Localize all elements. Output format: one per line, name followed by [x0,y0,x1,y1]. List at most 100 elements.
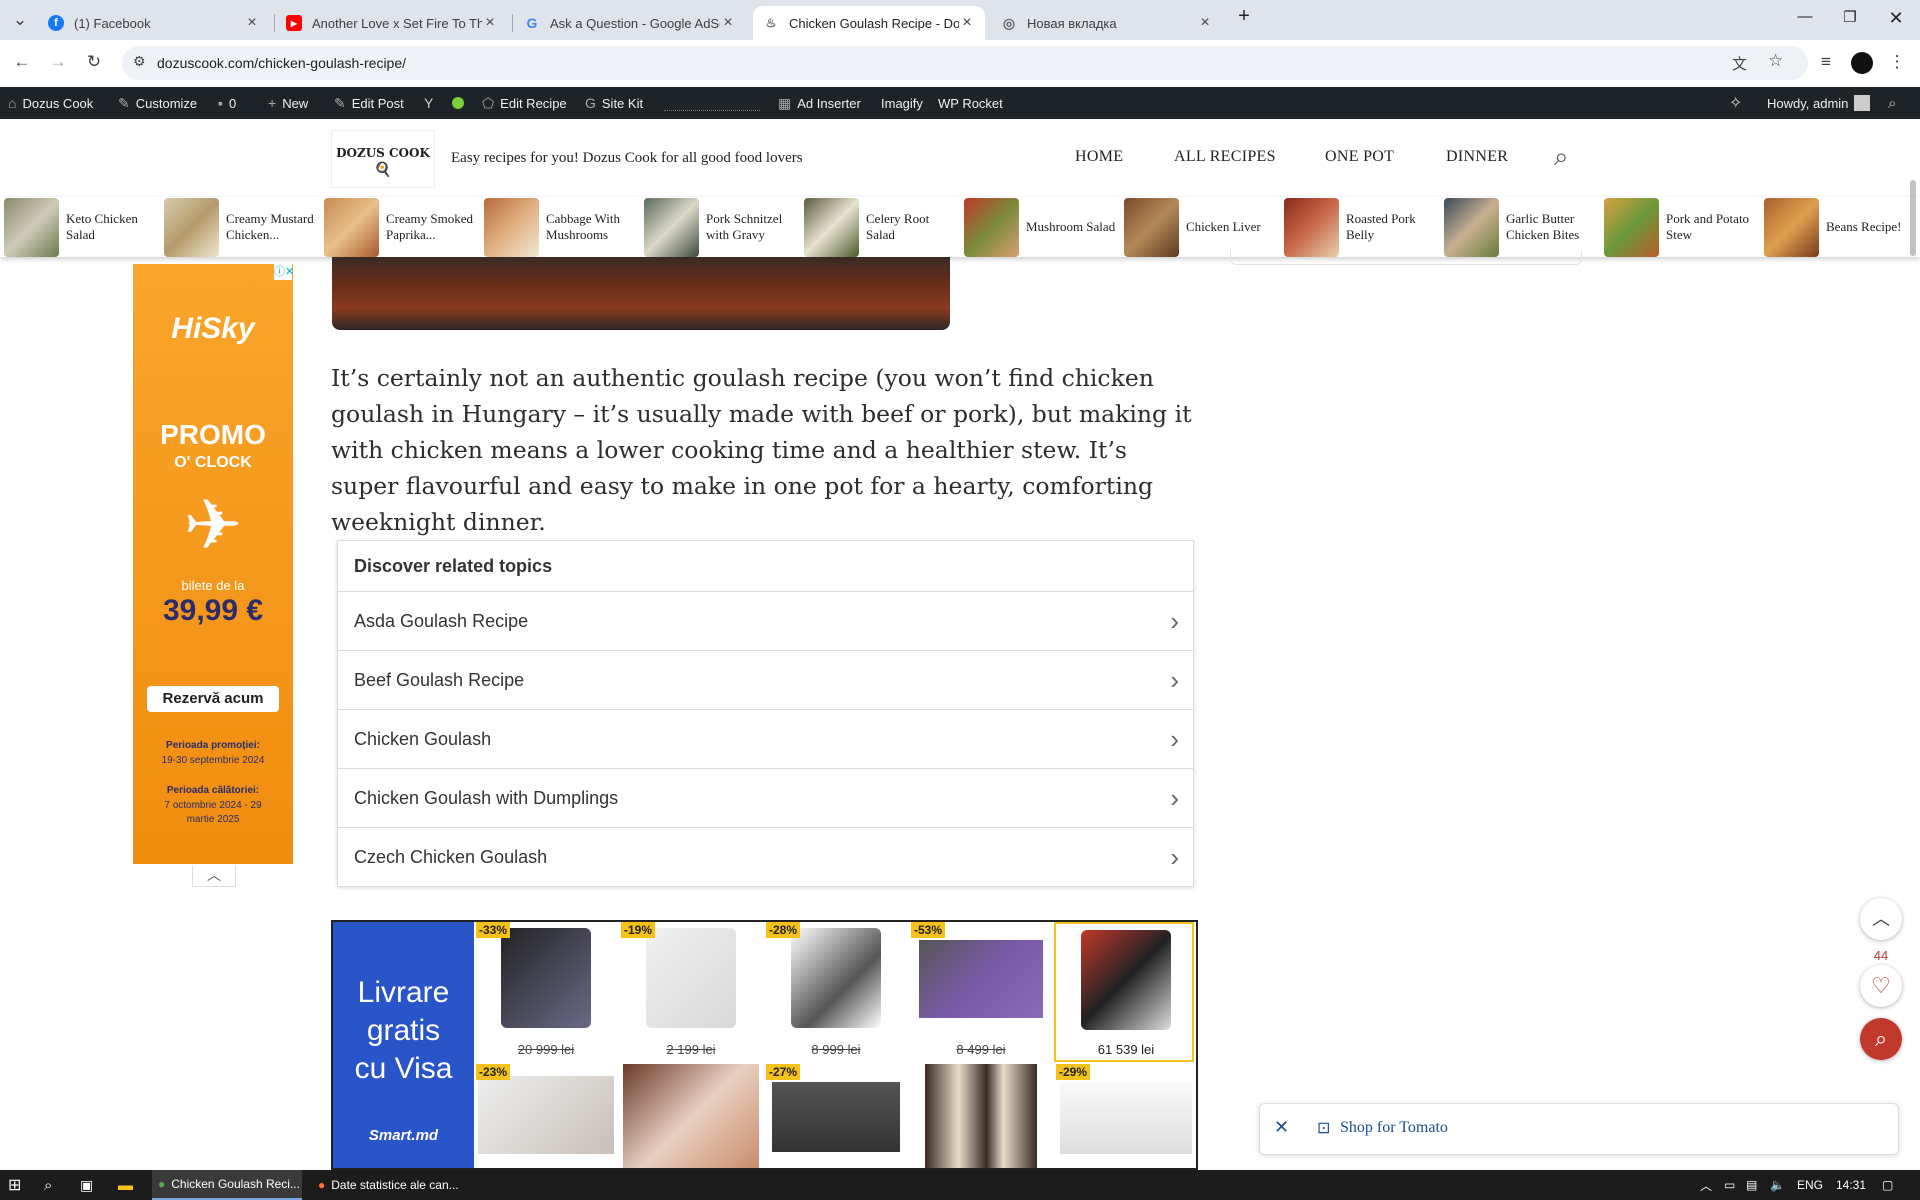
recipe-thumbnail [324,198,379,257]
recipe-thumbnail [1444,198,1499,257]
ad-product[interactable]: -29% [1056,1064,1196,1168]
taskbar-app-firefox[interactable]: ● Date statistice ale can... [312,1170,462,1200]
admin-site-link[interactable]: ⌂ Dozus Cook [8,87,93,119]
close-icon[interactable]: × [482,14,498,32]
close-icon[interactable]: × [959,14,975,32]
restore-icon[interactable]: ❐ [1830,8,1870,32]
minimize-icon[interactable]: — [1785,8,1825,32]
shop-label[interactable]: Shop for Tomato [1340,1119,1448,1137]
shop-bar[interactable]: ✕ ⊡ Shop for Tomato [1259,1103,1899,1155]
browser-tab-strip: ⌄ f (1) Facebook × ▶ Another Love x Set … [0,0,1920,40]
admin-wp-rocket[interactable]: WP Rocket [938,87,1003,119]
browser-menu-icon[interactable]: ⋮ [1885,50,1909,74]
menu-all-recipes[interactable]: ALL RECIPES [1174,148,1276,166]
admin-howdy[interactable]: Howdy, admin [1767,87,1871,119]
admin-edit-post[interactable]: ✎ Edit Post [334,87,404,119]
windows-start-icon[interactable]: ⊞ [8,1170,21,1200]
recipe-carousel: Keto Chicken Salad Creamy Mustard Chicke… [0,197,1920,257]
google-g-icon: G [585,95,596,111]
tray-chevron-up-icon[interactable]: ︿ [1700,1170,1712,1200]
ad-product[interactable] [911,1064,1051,1168]
tab-new-tab[interactable]: ◎ Новая вкладка × [991,6,1223,40]
admin-search-icon[interactable]: ⌕ [1888,87,1896,119]
admin-ad-inserter[interactable]: ▦ Ad Inserter [778,87,861,119]
ad-product[interactable]: -33% 20 999 lei [476,922,616,1062]
page-scrollbar[interactable] [1910,180,1916,256]
site-logo[interactable]: DOZUS COOK 🍳 [331,130,435,188]
volume-icon[interactable]: 🔈 [1770,1170,1785,1200]
menu-dinner[interactable]: DINNER [1446,148,1508,166]
tray-language[interactable]: ENG [1797,1170,1823,1200]
youtube-icon: ▶ [286,15,302,31]
related-topic-item[interactable]: Asda Goulash Recipe › [338,591,1193,650]
google-icon: G [526,15,538,31]
bookmark-star-icon[interactable]: ☆ [1768,51,1783,71]
ad-collapse-chevron-icon[interactable]: ︿ [192,866,236,887]
admin-site-kit[interactable]: G Site Kit [585,87,643,119]
ad-product[interactable] [621,1064,761,1168]
site-search-icon[interactable]: ⌕ [1554,142,1569,173]
ad-product[interactable]: -53% 8 499 lei [911,922,1051,1062]
tab-youtube[interactable]: ▶ Another Love x Set Fire To The R × [276,6,508,40]
related-topic-item[interactable]: Chicken Goulash with Dumplings › [338,768,1193,827]
tray-clock[interactable]: 14:31 [1836,1170,1866,1200]
notifications-icon[interactable]: ▢ [1882,1170,1893,1200]
file-explorer-icon[interactable]: ▬ [118,1170,133,1200]
admin-comments[interactable]: ▪ 0 [218,87,236,119]
tab-search-chevron-icon[interactable]: ⌄ [8,8,32,32]
menu-one-pot[interactable]: ONE POT [1325,148,1394,166]
close-icon[interactable]: ✕ [1274,1117,1289,1138]
smart-md-ad[interactable]: Livrare gratis cu Visa Smart.md -33% 20 … [331,920,1198,1170]
profile-avatar[interactable] [1851,52,1873,74]
url-text[interactable]: dozuscook.com/chicken-goulash-recipe/ [157,55,406,71]
search-icon[interactable]: ⌕ [44,1170,52,1200]
site-icon: ♨ [765,16,777,30]
comment-icon: ▪ [218,95,223,111]
goulash-photo [332,257,950,330]
new-tab-icon[interactable]: + [1224,5,1264,29]
seo-status-dot [452,87,464,119]
site-info-icon[interactable]: ⚙ [133,53,146,70]
ad-product[interactable]: -27% [766,1064,906,1168]
network-icon[interactable]: ▤ [1746,1170,1757,1200]
admin-blank-item[interactable] [664,87,760,119]
taskbar-app-chrome[interactable]: ● Chicken Goulash Reci... [152,1170,302,1200]
tab-google-adsense[interactable]: G Ask a Question - Google AdSen × [514,6,746,40]
task-view-icon[interactable]: ▣ [80,1170,93,1200]
media-control-icon[interactable]: ≡ [1814,50,1838,74]
yoast-icon[interactable]: Y [424,87,439,119]
ad-cta-button[interactable]: Rezervă acum [147,686,279,712]
floating-search-icon[interactable]: ⌕ [1860,1018,1902,1060]
tab-chicken-goulash[interactable]: ♨ Chicken Goulash Recipe - Dozu × [753,6,985,40]
close-icon[interactable]: × [244,14,260,32]
admin-customize[interactable]: ✎ Customize [118,87,197,119]
recipe-thumbnail [484,198,539,257]
scroll-top-chevron-icon[interactable]: ︿ [1860,898,1902,940]
ad-choices-close-icon[interactable]: ⓘ✕ [274,264,294,280]
reload-icon[interactable]: ↻ [82,50,106,74]
tray-meet-icon[interactable]: ▭ [1724,1170,1735,1200]
related-topic-item[interactable]: Beef Goulash Recipe › [338,650,1193,709]
tab-facebook[interactable]: f (1) Facebook × [38,6,270,40]
hisky-ad-banner[interactable]: HiSky PROMO O' CLOCK ✈ bilete de la 39,9… [133,264,293,864]
ad-product[interactable]: -19% 2 199 lei [621,922,761,1062]
menu-home[interactable]: HOME [1075,148,1123,166]
forward-icon[interactable]: → [46,50,70,74]
admin-imagify[interactable]: Imagify [881,87,923,119]
ad-product[interactable]: 61 539 lei [1054,922,1194,1062]
ad-product[interactable]: -23% [476,1064,616,1168]
related-topic-item[interactable]: Czech Chicken Goulash › [338,827,1193,886]
ai-sparkle-icon[interactable]: ✧ [1729,87,1748,119]
heart-icon[interactable]: ♡ [1860,965,1902,1007]
window-close-icon[interactable]: ✕ [1876,8,1916,32]
close-icon[interactable]: × [1197,14,1213,32]
ad-product[interactable]: -28% 8 999 lei [766,922,906,1062]
address-bar[interactable]: ⚙ dozuscook.com/chicken-goulash-recipe/ … [122,46,1808,80]
back-icon[interactable]: ← [10,50,34,74]
close-icon[interactable]: × [720,14,736,32]
related-topic-item[interactable]: Chicken Goulash › [338,709,1193,768]
recipe-thumbnail [964,198,1019,257]
translate-icon[interactable]: 文 [1732,53,1747,74]
admin-new[interactable]: + New [268,87,308,119]
admin-edit-recipe[interactable]: ⬠ Edit Recipe [482,87,567,119]
